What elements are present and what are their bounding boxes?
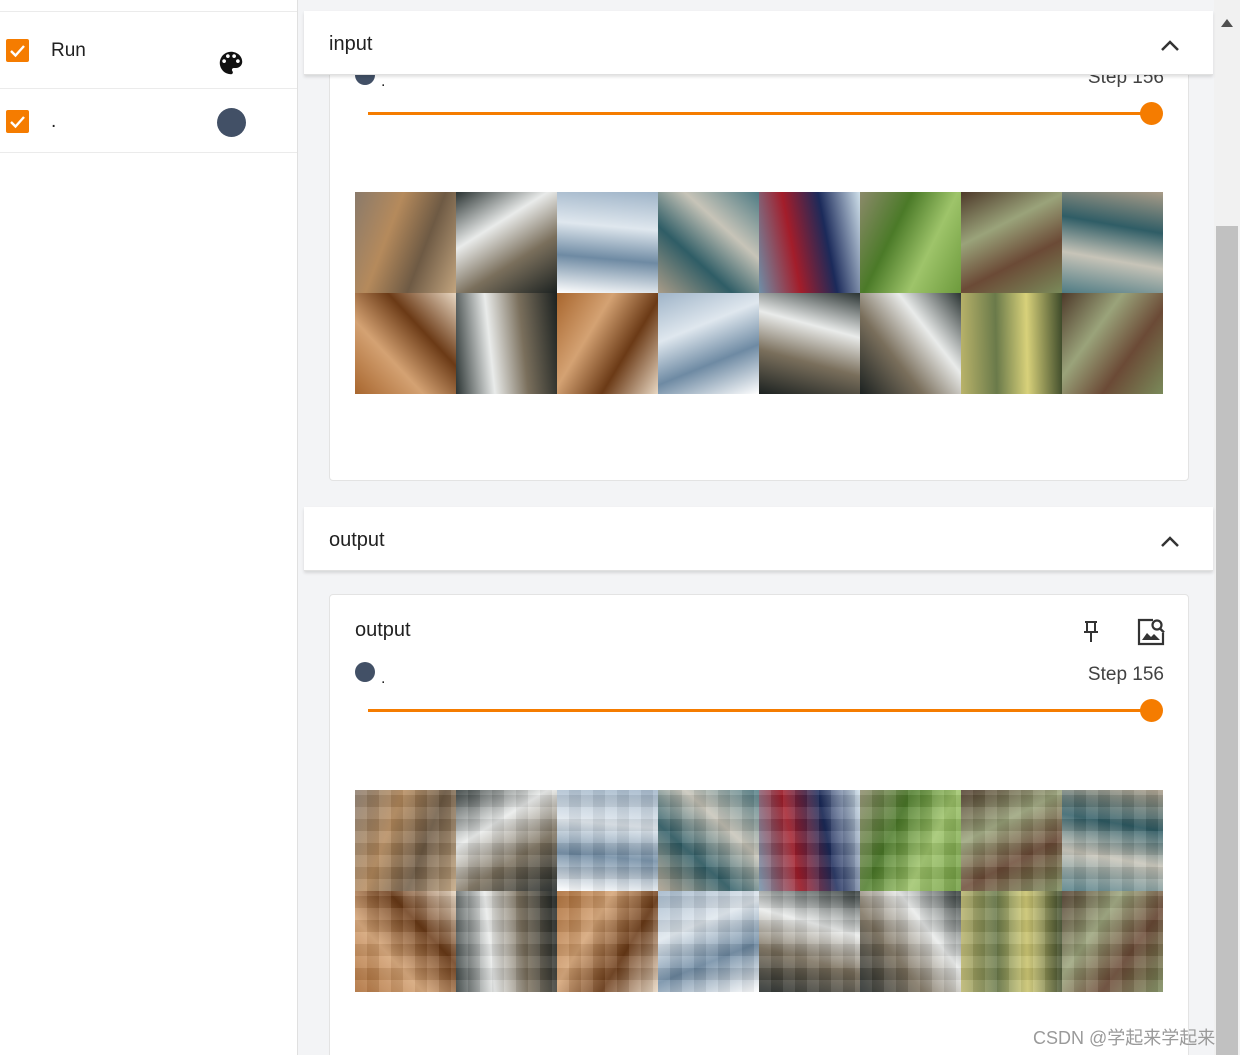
image-tile bbox=[759, 192, 860, 293]
run-color-swatch[interactable] bbox=[217, 108, 246, 137]
section-title: output bbox=[329, 529, 385, 551]
tensorboard-images-page: Run . . Step 156 input output output . S… bbox=[0, 0, 1240, 1055]
image-tile bbox=[557, 790, 658, 891]
image-tile bbox=[961, 790, 1062, 891]
sidebar-top-divider bbox=[0, 0, 297, 12]
image-tile bbox=[456, 293, 557, 394]
image-grid[interactable] bbox=[355, 790, 1164, 992]
image-grid[interactable] bbox=[355, 192, 1164, 394]
image-tile bbox=[860, 293, 961, 394]
image-card-input: . Step 156 bbox=[329, 40, 1189, 481]
image-tile bbox=[456, 192, 557, 293]
watermark: CSDN @学起来学起来 bbox=[1033, 1028, 1216, 1048]
image-tile bbox=[860, 790, 961, 891]
step-slider-thumb[interactable] bbox=[1140, 102, 1163, 125]
card-title: output bbox=[355, 619, 411, 641]
run-row-dot[interactable]: . bbox=[0, 89, 297, 153]
section-title: input bbox=[329, 33, 373, 55]
image-tile bbox=[961, 192, 1062, 293]
image-tile bbox=[860, 192, 961, 293]
image-tile bbox=[658, 293, 759, 394]
step-slider-track[interactable] bbox=[368, 112, 1152, 115]
section-header-input[interactable]: input bbox=[304, 11, 1213, 75]
image-search-icon[interactable] bbox=[1135, 616, 1167, 648]
image-tile bbox=[1062, 790, 1163, 891]
section-header-output[interactable]: output bbox=[304, 507, 1213, 571]
vertical-scrollbar[interactable] bbox=[1214, 0, 1240, 1055]
image-tile bbox=[759, 293, 860, 394]
image-tile bbox=[658, 891, 759, 992]
step-slider-thumb[interactable] bbox=[1140, 699, 1163, 722]
image-tile bbox=[961, 293, 1062, 394]
run-checkbox[interactable] bbox=[6, 110, 29, 133]
image-tile bbox=[1062, 293, 1163, 394]
run-label: . bbox=[51, 111, 57, 132]
image-tile bbox=[961, 891, 1062, 992]
image-tile bbox=[355, 891, 456, 992]
image-tile bbox=[557, 891, 658, 992]
image-tile bbox=[355, 293, 456, 394]
run-color-indicator bbox=[355, 662, 375, 682]
image-tile bbox=[658, 192, 759, 293]
run-checkbox[interactable] bbox=[6, 39, 29, 62]
image-tile bbox=[759, 891, 860, 992]
image-tile bbox=[557, 293, 658, 394]
run-name: . bbox=[381, 670, 386, 687]
scroll-up-arrow-icon[interactable] bbox=[1221, 19, 1233, 27]
main-content: . Step 156 input output output . Step 15… bbox=[304, 0, 1214, 1055]
image-tile bbox=[355, 192, 456, 293]
image-tile bbox=[860, 891, 961, 992]
chevron-up-icon[interactable] bbox=[1159, 39, 1181, 53]
image-tile bbox=[456, 891, 557, 992]
image-tile bbox=[1062, 891, 1163, 992]
image-tile bbox=[557, 192, 658, 293]
image-tile bbox=[1062, 192, 1163, 293]
image-tile bbox=[759, 790, 860, 891]
palette-icon[interactable] bbox=[216, 48, 246, 78]
chevron-up-icon[interactable] bbox=[1159, 535, 1181, 549]
run-label: Run bbox=[51, 40, 86, 61]
run-row-run[interactable]: Run bbox=[0, 12, 297, 89]
step-slider-track[interactable] bbox=[368, 709, 1152, 712]
image-tile bbox=[456, 790, 557, 891]
image-tile bbox=[658, 790, 759, 891]
runs-sidebar: Run . bbox=[0, 0, 298, 1055]
step-label: Step 156 bbox=[1087, 664, 1164, 685]
scrollbar-thumb[interactable] bbox=[1216, 226, 1238, 1055]
pin-icon[interactable] bbox=[1081, 619, 1101, 645]
image-card-output: output . Step 156 bbox=[329, 594, 1189, 1055]
run-name: . bbox=[381, 73, 386, 90]
image-tile bbox=[355, 790, 456, 891]
